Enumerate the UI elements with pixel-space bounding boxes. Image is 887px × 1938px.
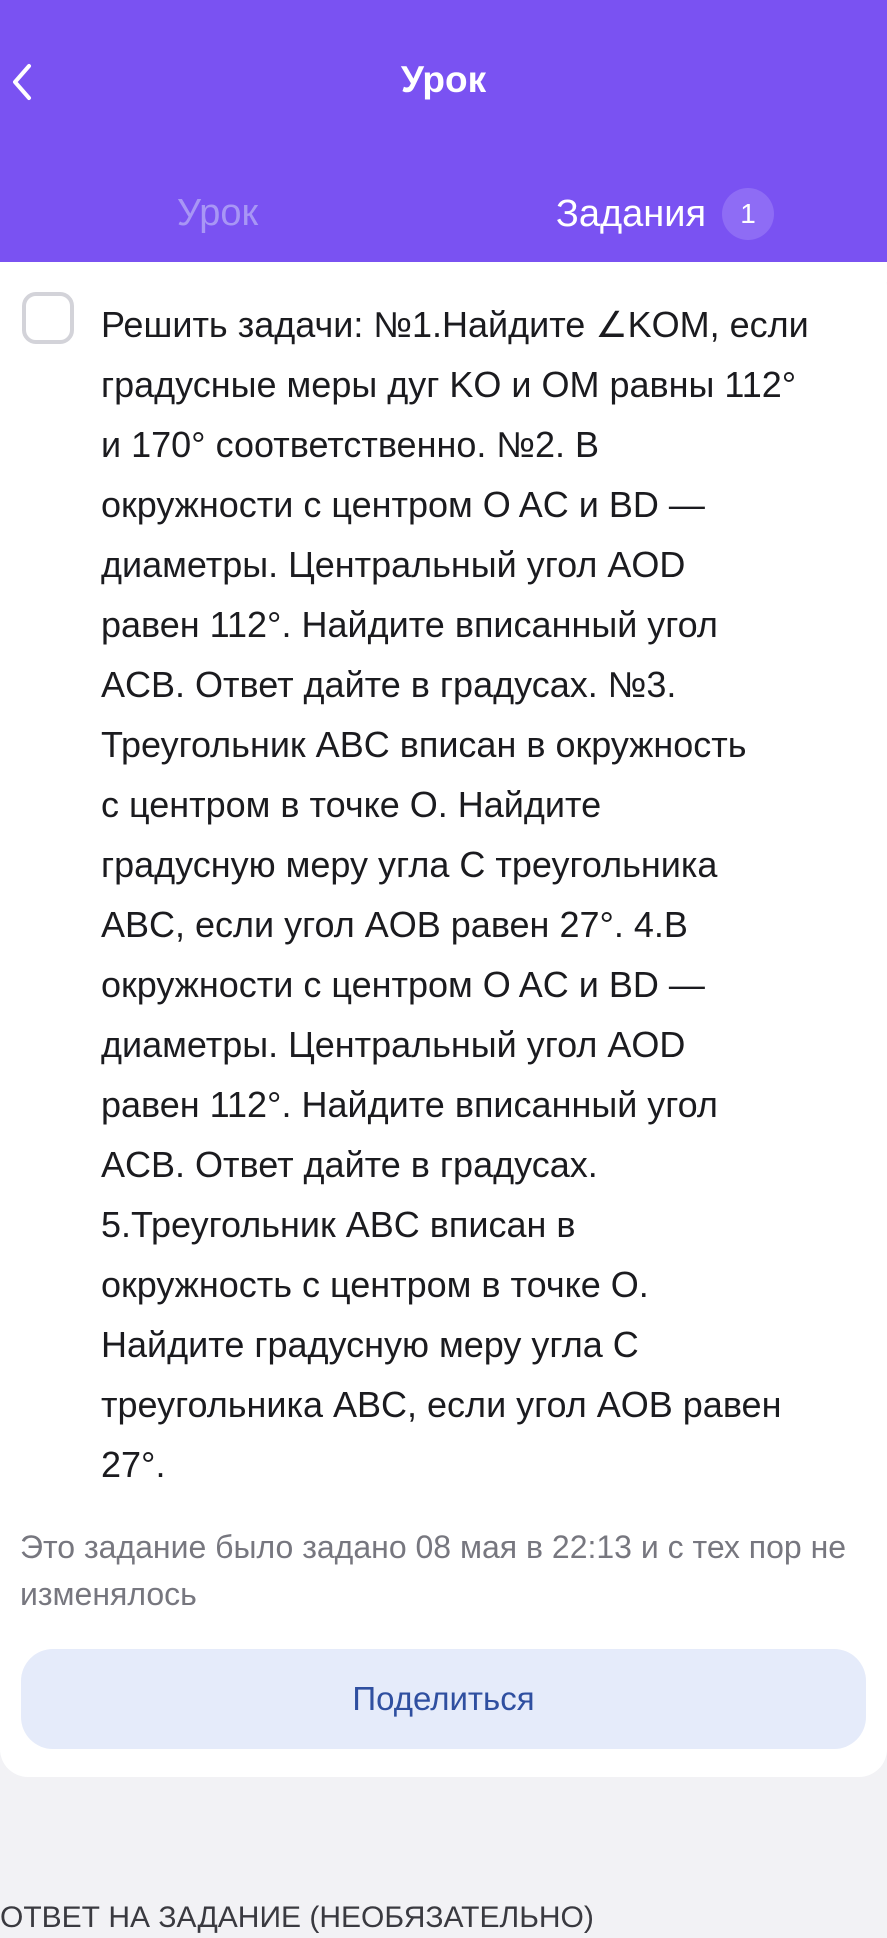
page-title: Урок — [400, 59, 487, 100]
task-checkbox[interactable] — [22, 292, 74, 344]
app-header: Урок Урок Задания 1 — [0, 0, 887, 270]
share-button[interactable]: Поделиться — [21, 1649, 866, 1749]
task-text: Решить задачи: №1.Найдите ∠KOM, если гра… — [101, 304, 809, 1485]
tab-tasks[interactable]: Задания 1 — [443, 188, 887, 240]
task-assigned-note: Это задание было задано 08 мая в 22:13 и… — [20, 1529, 847, 1612]
tab-lesson[interactable]: Урок — [0, 188, 435, 238]
active-tab-connector — [443, 262, 887, 282]
answer-section-label: ОТВЕТ НА ЗАДАНИЕ (НЕОБЯЗАТЕЛЬНО) — [0, 1901, 594, 1934]
tab-tasks-label: Задания — [555, 193, 707, 235]
tasks-count-badge: 1 — [722, 188, 775, 240]
tab-lesson-label: Урок — [176, 192, 259, 234]
